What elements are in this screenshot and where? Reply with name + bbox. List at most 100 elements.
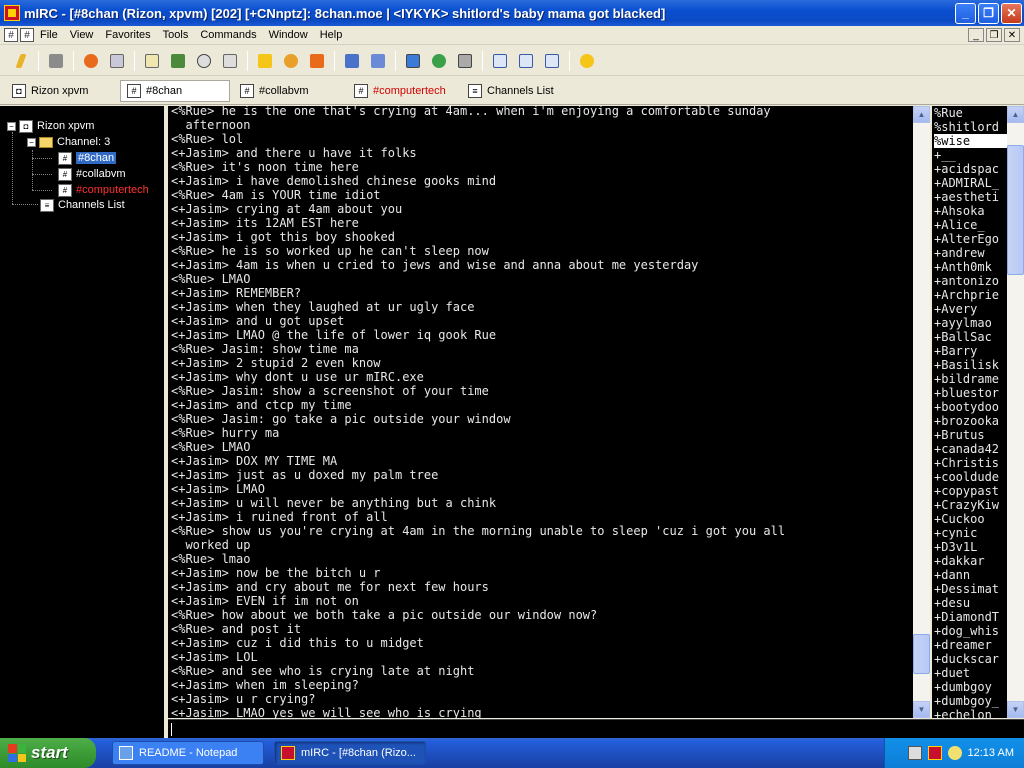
maximize-button[interactable]: ❐: [978, 2, 999, 24]
nick-scroll-thumb[interactable]: [1007, 145, 1024, 276]
nick-item[interactable]: +Brutus: [934, 428, 1007, 442]
taskbar-item-notepad[interactable]: README - Notepad: [112, 741, 264, 765]
connect-button[interactable]: [10, 50, 32, 72]
collapse-icon[interactable]: −: [7, 121, 16, 131]
nick-item[interactable]: +cynic: [934, 526, 1007, 540]
nick-item[interactable]: +Christis: [934, 456, 1007, 470]
nick-item[interactable]: +dumbgoy: [934, 680, 1007, 694]
tree-server[interactable]: − ◘ Rizon xpvm: [7, 118, 94, 134]
nick-item[interactable]: +andrew: [934, 246, 1007, 260]
mdi-restore-button[interactable]: ❐: [986, 28, 1002, 42]
nick-item[interactable]: +Avery: [934, 302, 1007, 316]
nick-item[interactable]: +duet: [934, 666, 1007, 680]
colors-button[interactable]: [219, 50, 241, 72]
switchbar-item-channels-list[interactable]: ≡ Channels List: [462, 80, 572, 102]
nick-item[interactable]: +Alice_: [934, 218, 1007, 232]
chat-scrollbar[interactable]: ▲ ▼: [913, 106, 930, 718]
nick-item[interactable]: +DiamondT: [934, 610, 1007, 624]
nick-item[interactable]: +BallSac: [934, 330, 1007, 344]
title-bar[interactable]: mIRC - [#8chan (Rizon, xpvm) [202] [+CNn…: [0, 0, 1024, 26]
nick-item[interactable]: +CrazyKiw: [934, 498, 1007, 512]
nick-item[interactable]: +D3v1L: [934, 540, 1007, 554]
tree-channels-list[interactable]: ≡ Channels List: [40, 197, 125, 213]
favorites-button[interactable]: [80, 50, 102, 72]
nick-item[interactable]: +Anth0mk: [934, 260, 1007, 274]
nick-item[interactable]: +__: [934, 148, 1007, 162]
channel-list-button[interactable]: [106, 50, 128, 72]
nick-item[interactable]: +ayylmao: [934, 316, 1007, 330]
nick-item[interactable]: +acidspac: [934, 162, 1007, 176]
nick-item[interactable]: +antonizo: [934, 274, 1007, 288]
menu-view[interactable]: View: [64, 29, 100, 41]
nick-item[interactable]: +cooldude: [934, 470, 1007, 484]
log-files-button[interactable]: [454, 50, 476, 72]
received-files-button[interactable]: [428, 50, 450, 72]
nick-item[interactable]: +desu: [934, 596, 1007, 610]
nick-item[interactable]: +Cuckoo: [934, 512, 1007, 526]
tile-vertical-button[interactable]: [515, 50, 537, 72]
chat-scroll-thumb[interactable]: [913, 634, 930, 675]
tree-channel-8chan[interactable]: # #8chan: [58, 150, 117, 166]
nick-item[interactable]: +aestheti: [934, 190, 1007, 204]
menu-favorites[interactable]: Favorites: [99, 29, 156, 41]
scroll-down-icon[interactable]: ▼: [913, 701, 930, 718]
nick-item[interactable]: +bluestor: [934, 386, 1007, 400]
tree-channel-collabvm[interactable]: # #collabvm: [58, 166, 126, 182]
collapse-icon[interactable]: −: [27, 137, 36, 147]
nick-item[interactable]: +copypast: [934, 484, 1007, 498]
mirc-tray-icon[interactable]: [927, 746, 942, 760]
mdi-close-button[interactable]: ✕: [1004, 28, 1020, 42]
nick-item[interactable]: +echelon: [934, 708, 1007, 718]
minimize-button[interactable]: _: [955, 2, 976, 24]
nick-item[interactable]: +bootydoo: [934, 400, 1007, 414]
keyboard-icon[interactable]: [907, 746, 922, 760]
chat-button[interactable]: [280, 50, 302, 72]
chat-window[interactable]: <%Rue> he is the one that's crying at 4a…: [168, 106, 913, 718]
nick-item[interactable]: %shitlord: [934, 120, 1007, 134]
tree-channel-computertech[interactable]: # #computertech: [58, 182, 149, 198]
dcc-options-button[interactable]: [306, 50, 328, 72]
nick-item[interactable]: +Basilisk: [934, 358, 1007, 372]
nick-item[interactable]: +Ahsoka: [934, 204, 1007, 218]
start-button[interactable]: start: [0, 738, 96, 768]
switchbar-item-8chan[interactable]: # #8chan: [120, 79, 230, 102]
nick-scrollbar[interactable]: ▲ ▼: [1007, 106, 1024, 718]
url-list-button[interactable]: [367, 50, 389, 72]
scroll-up-icon[interactable]: ▲: [913, 106, 930, 123]
nick-item[interactable]: +Barry: [934, 344, 1007, 358]
menu-file[interactable]: File: [34, 29, 64, 41]
help-button[interactable]: [576, 50, 598, 72]
scripts-editor-button[interactable]: [141, 50, 163, 72]
timer-button[interactable]: [193, 50, 215, 72]
nick-item[interactable]: +duckscar: [934, 652, 1007, 666]
tile-horizontal-button[interactable]: [489, 50, 511, 72]
nick-item[interactable]: +dann: [934, 568, 1007, 582]
nick-item[interactable]: +dreamer: [934, 638, 1007, 652]
online-timer-button[interactable]: [402, 50, 424, 72]
scroll-down-icon[interactable]: ▼: [1007, 701, 1024, 718]
clock[interactable]: 12:13 AM: [968, 747, 1014, 759]
nick-list[interactable]: %Rue %shitlord %wise +__ +acidspac +ADMIRAL_ +…: [932, 106, 1007, 718]
send-file-button[interactable]: [254, 50, 276, 72]
address-book-button[interactable]: [167, 50, 189, 72]
cascade-button[interactable]: [541, 50, 563, 72]
nick-item[interactable]: +canada42: [934, 442, 1007, 456]
nick-item[interactable]: +ADMIRAL_: [934, 176, 1007, 190]
nick-item[interactable]: +dog_whis: [934, 624, 1007, 638]
menu-tools[interactable]: Tools: [157, 29, 195, 41]
options-button[interactable]: [45, 50, 67, 72]
tree-channel-folder[interactable]: − Channel: 3: [27, 134, 110, 150]
channel-window-icon-2[interactable]: #: [20, 28, 34, 42]
volume-icon[interactable]: [947, 746, 962, 760]
message-input[interactable]: [168, 719, 1024, 738]
nick-item[interactable]: +Dessimat: [934, 582, 1007, 596]
mdi-minimize-button[interactable]: _: [968, 28, 984, 42]
switchbar-item-computertech[interactable]: # #computertech: [348, 80, 458, 102]
taskbar-item-mirc[interactable]: mIRC - [#8chan (Rizo...: [274, 741, 426, 765]
nick-item[interactable]: %Rue: [934, 106, 1007, 120]
nick-item[interactable]: +AlterEgo: [934, 232, 1007, 246]
notify-list-button[interactable]: [341, 50, 363, 72]
close-button[interactable]: ✕: [1001, 2, 1022, 24]
menu-commands[interactable]: Commands: [194, 29, 262, 41]
menu-window[interactable]: Window: [263, 29, 314, 41]
